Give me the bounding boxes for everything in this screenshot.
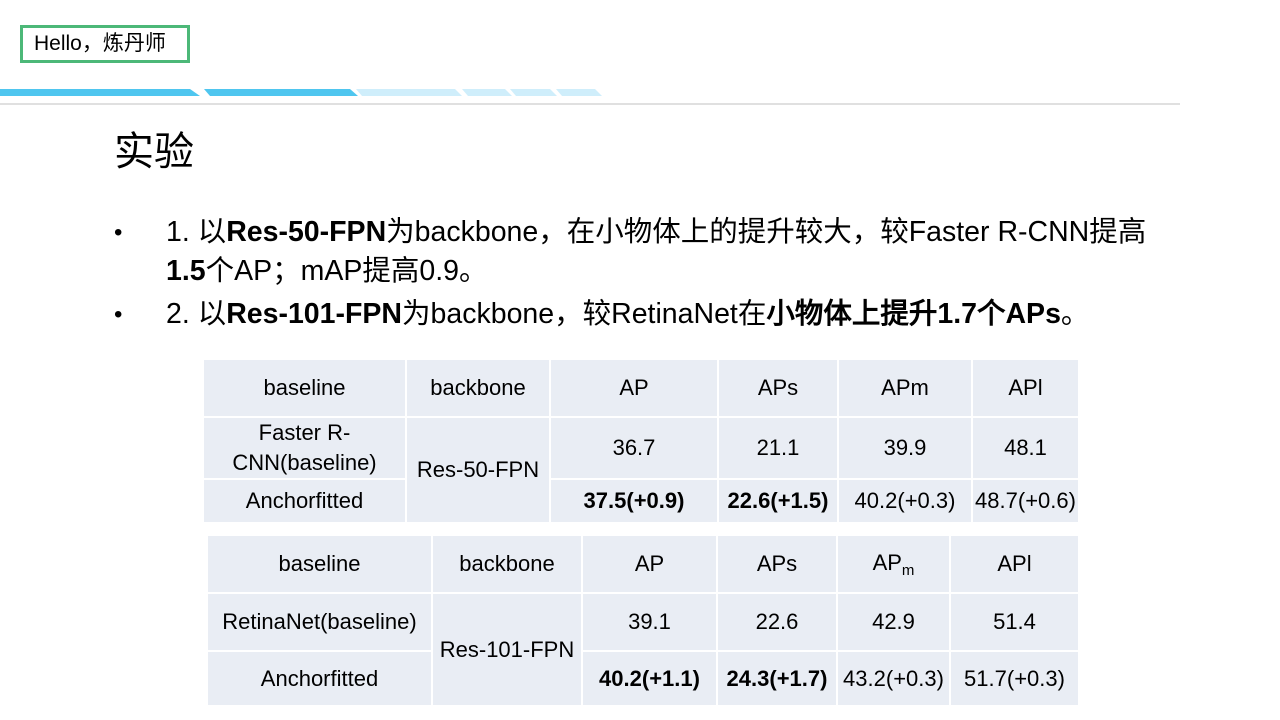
table-cell: 48.1 — [971, 416, 1080, 480]
greeting-box: Hello，炼丹师 — [20, 25, 190, 63]
header-cell: APm — [836, 534, 951, 594]
table-cell: Anchorfitted — [202, 478, 407, 524]
header-cell: APl — [971, 358, 1080, 418]
header-text: AP — [872, 549, 902, 575]
greeting-text: Hello，炼丹师 — [34, 32, 166, 55]
slide-title: 实验 — [114, 130, 194, 174]
table-cell: RetinaNet(baseline) — [206, 592, 433, 652]
header-cell: APs — [717, 358, 839, 418]
text-run: 为backbone，在小物体上的提升较大，较Faster R-CNN提高 — [386, 216, 1147, 248]
table-cell: Anchorfitted — [206, 650, 433, 707]
bullet-marker: • — [114, 301, 123, 328]
table-cell: 42.9 — [836, 592, 951, 652]
table-cell: 48.7(+0.6) — [971, 478, 1080, 524]
bold-text-run: Res-101-FPN — [226, 298, 403, 330]
table-cell: 39.1 — [581, 592, 718, 652]
table-cell: Res-101-FPN — [431, 592, 583, 707]
header-subscript: m — [901, 561, 915, 579]
header-decoration-stripes — [0, 89, 1180, 105]
header-cell: backbone — [405, 358, 551, 418]
header-cell: baseline — [202, 358, 407, 418]
table-cell: 51.7(+0.3) — [949, 650, 1080, 707]
bold-text-run: Res-50-FPN — [226, 216, 387, 248]
table-cell: 37.5(+0.9) — [549, 478, 719, 524]
header-cell: baseline — [206, 534, 433, 594]
text-run: 个AP；mAP提高0.9。 — [205, 255, 488, 287]
table-cell: 24.3(+1.7) — [716, 650, 838, 707]
table-cell: 39.9 — [837, 416, 973, 480]
header-cell: APl — [949, 534, 1080, 594]
bullet-item-2: • 2. 以Res-101-FPN为backbone，较RetinaNet在小物… — [114, 295, 1214, 334]
table-cell: Faster R-CNN(baseline) — [202, 416, 407, 480]
table-cell: 40.2(+1.1) — [581, 650, 718, 707]
table-cell: 40.2(+0.3) — [837, 478, 973, 524]
table-cell: 21.1 — [717, 416, 839, 480]
header-cell: APm — [837, 358, 973, 418]
bullet-item-1: • 1. 以Res-50-FPN为backbone，在小物体上的提升较大，较Fa… — [114, 213, 1214, 291]
results-table-res50: baseline backbone AP APs APm APl Faster … — [202, 358, 1080, 524]
header-cell: APs — [716, 534, 838, 594]
bullet-text: 1. 以Res-50-FPN为backbone，在小物体上的提升较大，较Fast… — [166, 213, 1176, 291]
results-table-res101: baseline backbone AP APs APm APl RetinaN… — [206, 534, 1080, 707]
table-cell: 51.4 — [949, 592, 1080, 652]
table-cell: 36.7 — [549, 416, 719, 480]
bullet-text: 2. 以Res-101-FPN为backbone，较RetinaNet在小物体上… — [166, 295, 1176, 334]
table-cell: 43.2(+0.3) — [836, 650, 951, 707]
bullet-list: • 1. 以Res-50-FPN为backbone，在小物体上的提升较大，较Fa… — [114, 213, 1214, 334]
bold-text-run: 小物体上提升1.7个APs — [766, 298, 1061, 330]
bold-text-run: 1.5 — [166, 255, 206, 287]
table-cell: 22.6 — [716, 592, 838, 652]
text-run: 1. 以 — [166, 216, 227, 248]
table-cell: Res-50-FPN — [405, 416, 551, 524]
header-cell: AP — [549, 358, 719, 418]
text-run: 为backbone，较RetinaNet在 — [402, 298, 767, 330]
text-run: 2. 以 — [166, 298, 227, 330]
text-run: 。 — [1060, 298, 1090, 330]
header-cell: backbone — [431, 534, 583, 594]
table-cell: 22.6(+1.5) — [717, 478, 839, 524]
bullet-marker: • — [114, 219, 123, 246]
header-cell: AP — [581, 534, 718, 594]
